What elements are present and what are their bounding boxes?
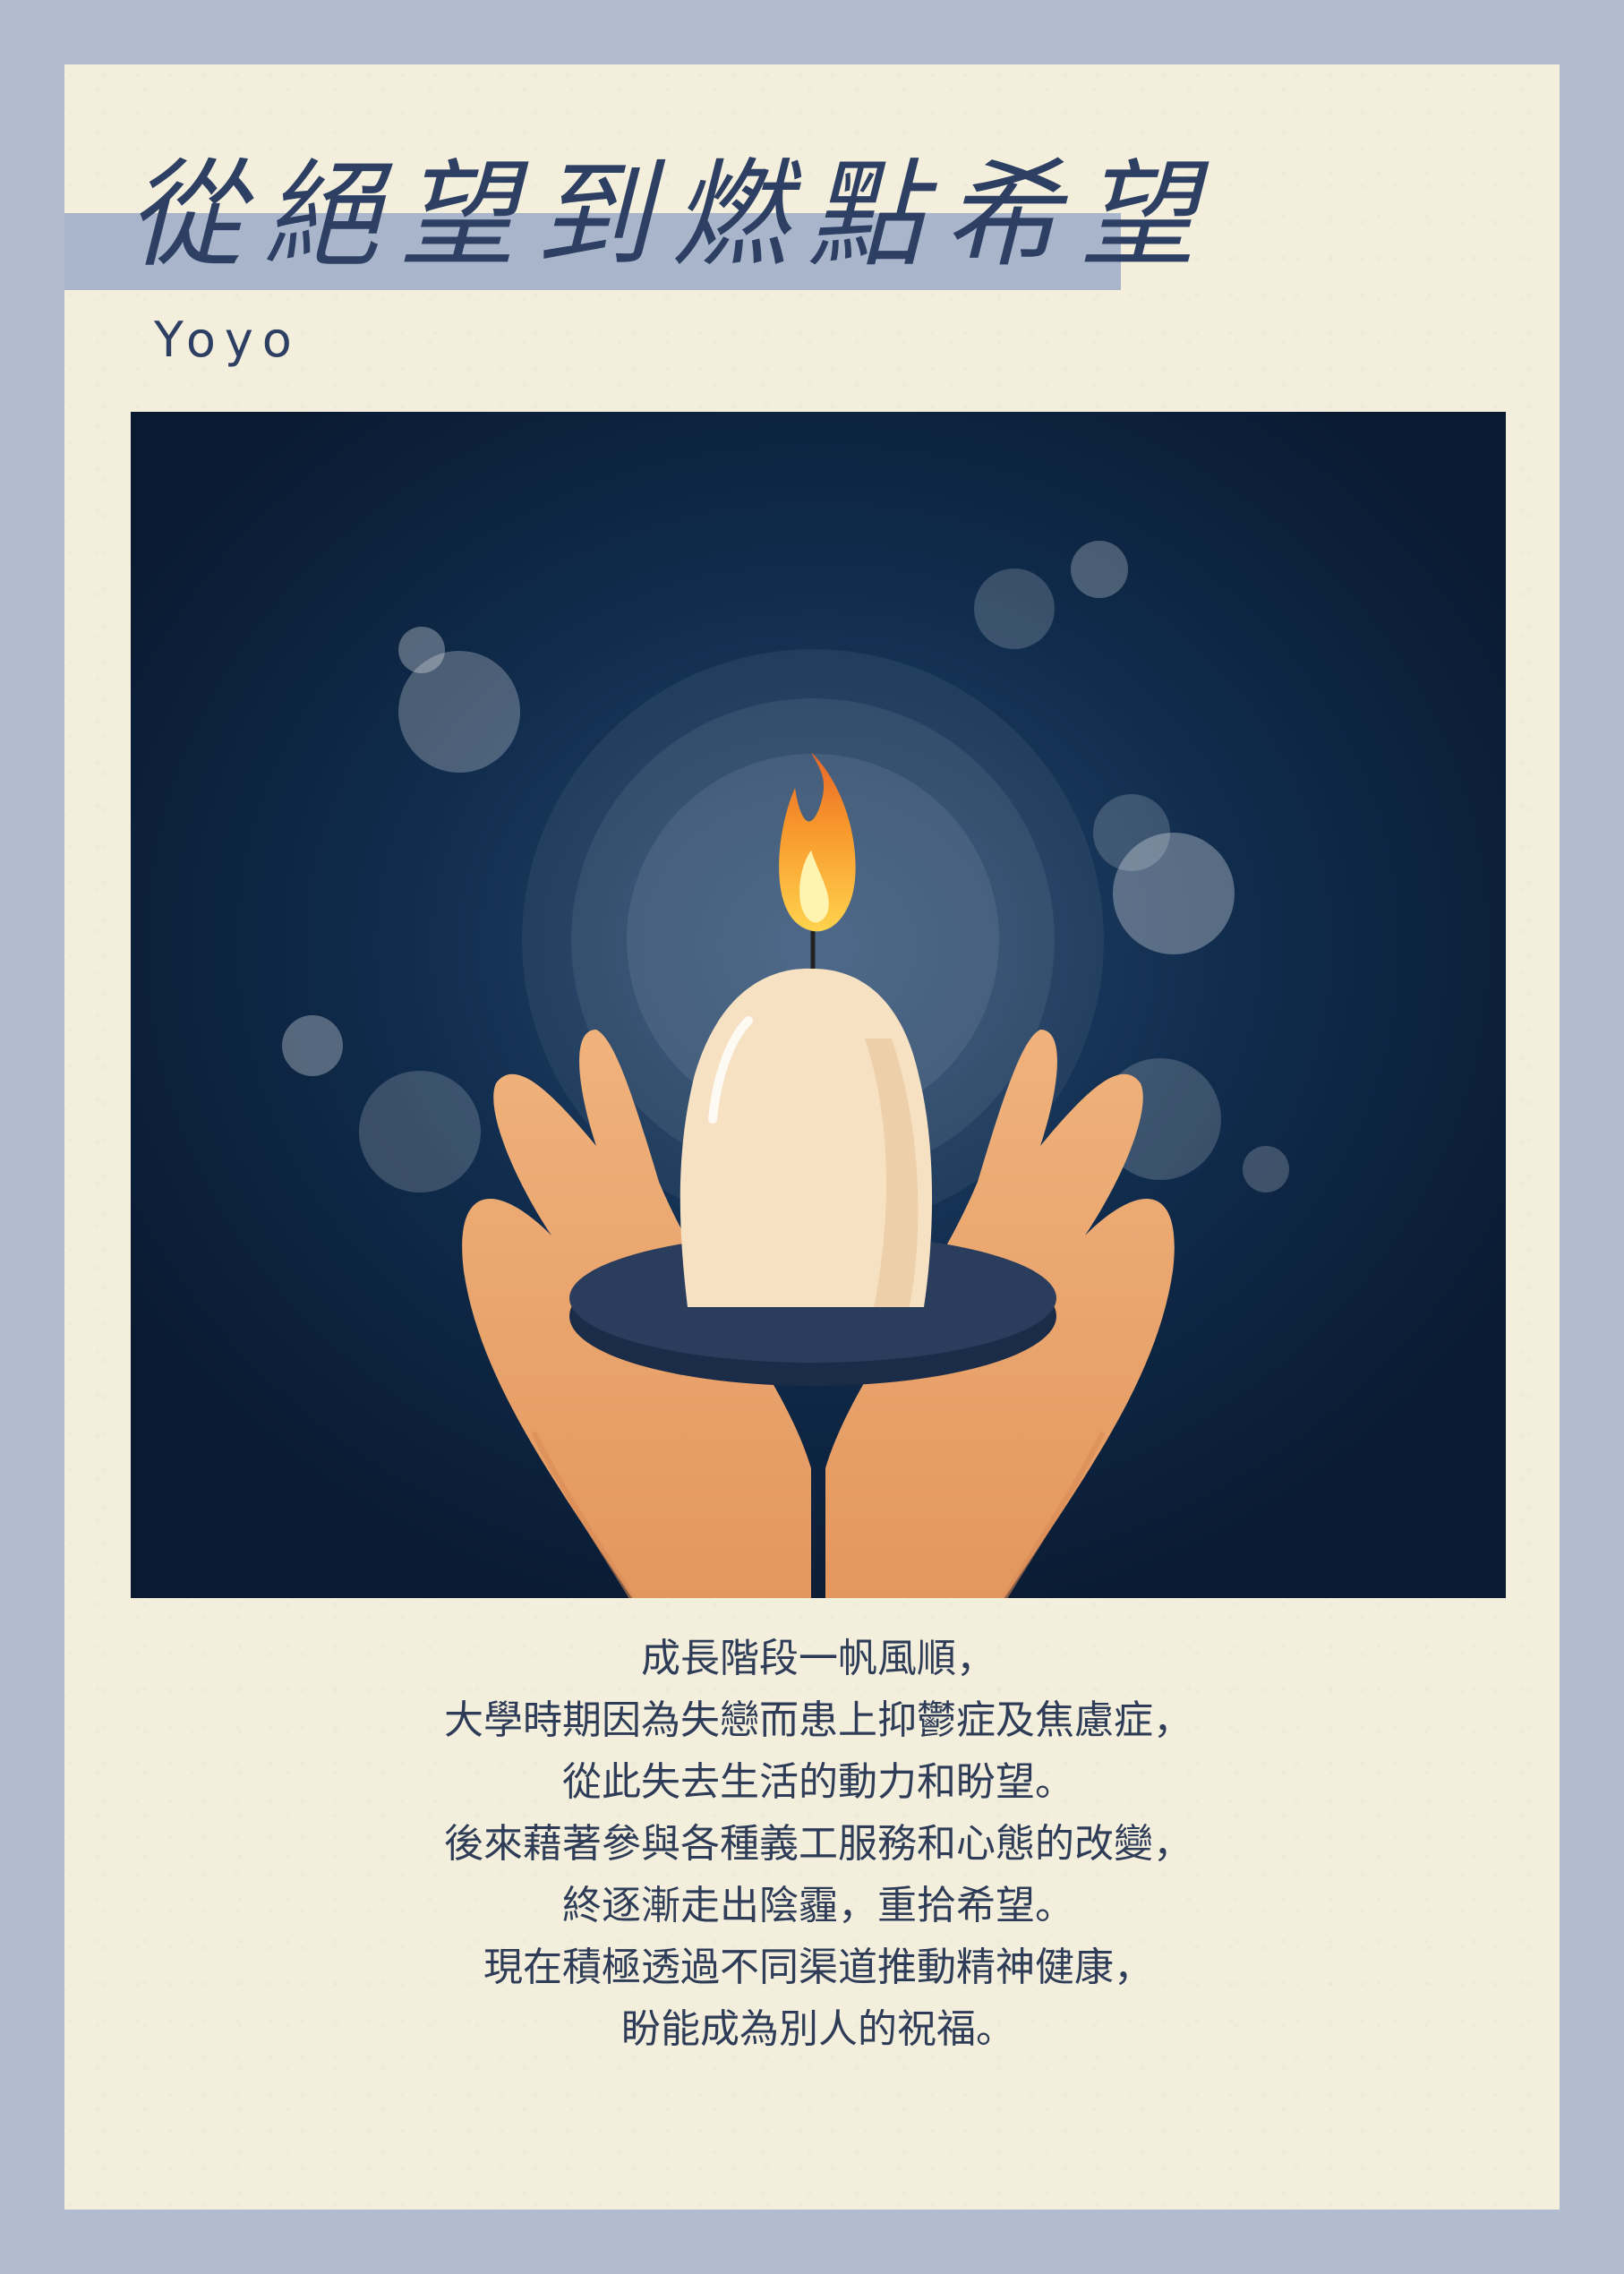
story-line: 現在積極透過不同渠道推動精神健康， bbox=[483, 1945, 1153, 1990]
story-line: 大學時期因為失戀而患上抑鬱症及焦慮症， bbox=[444, 1697, 1192, 1743]
candle-illustration bbox=[131, 412, 1506, 1598]
story-line: 後來藉著參與各種義工服務和心態的改變， bbox=[444, 1821, 1192, 1867]
story-line: 盼能成為別人的祝福。 bbox=[621, 2006, 1015, 2052]
candle-in-hands-icon bbox=[131, 412, 1506, 1598]
story-line: 終逐漸走出陰霾，重拾希望。 bbox=[562, 1883, 1074, 1928]
author-name: Yoyo bbox=[154, 312, 301, 368]
poster-title: 從絕望到燃點希望 bbox=[127, 147, 1217, 283]
story-text: 成長階段一帆風順， 大學時期因為失戀而患上抑鬱症及焦慮症， 從此失去生活的動力和… bbox=[131, 1628, 1506, 2060]
story-line: 從此失去生活的動力和盼望。 bbox=[562, 1759, 1074, 1805]
story-line: 成長階段一帆風順， bbox=[641, 1636, 996, 1681]
